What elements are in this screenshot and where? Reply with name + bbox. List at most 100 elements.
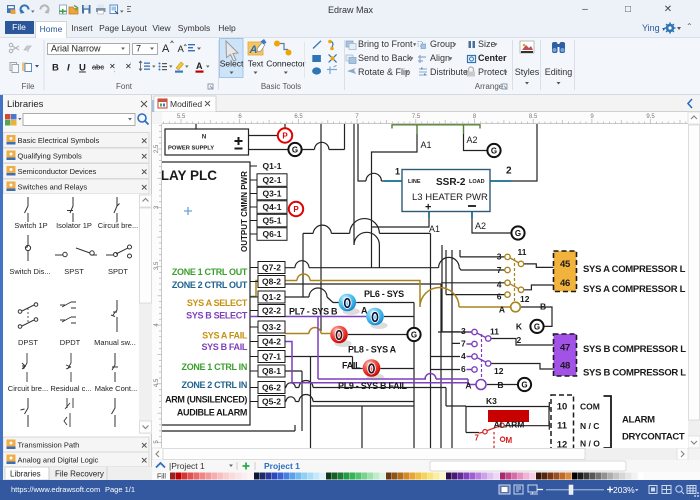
svg-text:OUTPUT CMMN PWR: OUTPUT CMMN PWR [240,171,249,252]
svg-text:SSR-2: SSR-2 [436,177,466,188]
svg-text:9.5: 9.5 [646,114,655,120]
svg-text:3: 3 [461,326,466,336]
svg-text:12: 12 [520,294,530,304]
svg-text:A2: A2 [467,135,478,145]
svg-text:Q8-2: Q8-2 [262,277,281,287]
svg-text:▾: ▾ [449,56,453,63]
svg-text:': ' [130,63,131,69]
svg-text:▾: ▾ [410,56,414,63]
svg-text:7: 7 [136,44,141,54]
svg-text:Libraries: Libraries [7,99,44,110]
svg-text:I: I [67,63,70,74]
svg-text:POWER SUPPLY: POWER SUPPLY [168,146,214,152]
svg-text:DRYCONTACT: DRYCONTACT [622,432,685,443]
svg-text:11: 11 [557,421,568,432]
svg-text:G: G [491,147,497,156]
svg-text:SYS B FAIL: SYS B FAIL [201,342,247,352]
svg-text:7: 7 [461,339,466,349]
svg-text:Semiconductor Devices: Semiconductor Devices [18,167,97,176]
svg-text:Arial Narrow: Arial Narrow [51,44,101,54]
svg-text:Q2-2: Q2-2 [262,306,281,316]
svg-text:File Recovery: File Recovery [55,470,104,479]
svg-text:G: G [292,146,298,155]
svg-text:LINE: LINE [408,179,421,185]
svg-text:SYS A COMPRESSOR L: SYS A COMPRESSOR L [583,284,686,295]
svg-text:Q3-1: Q3-1 [263,189,282,199]
svg-text:2: 2 [506,166,512,177]
svg-text:ALARM: ALARM [494,420,525,430]
svg-text:6.5: 6.5 [294,114,303,120]
svg-text:Manual sw...: Manual sw... [94,338,136,347]
svg-text:Size: Size [478,39,496,49]
svg-text:PL6 - SYS: PL6 - SYS [364,289,404,299]
svg-text:▾: ▾ [453,42,457,49]
svg-text:Distribute: Distribute [430,67,468,77]
svg-text:4: 4 [497,280,502,290]
svg-text:1: 1 [395,167,400,177]
svg-text:File: File [22,82,35,91]
svg-text:SYS B COMPRESSOR L: SYS B COMPRESSOR L [583,344,686,355]
svg-text:K3: K3 [486,396,497,406]
svg-text:Q1-1: Q1-1 [263,161,282,171]
svg-text:A: A [465,381,471,391]
svg-text:Project 1: Project 1 [264,461,300,471]
svg-text:Q6-2: Q6-2 [262,383,281,393]
svg-text:U: U [79,63,86,74]
svg-text:▾: ▾ [504,70,508,77]
svg-text:12: 12 [557,440,568,449]
svg-text:Q2-1: Q2-1 [263,175,282,185]
svg-text:SYS B COMPRESSOR L: SYS B COMPRESSOR L [583,368,686,379]
svg-text:12: 12 [494,366,504,376]
svg-text:Switch 1P: Switch 1P [14,221,47,230]
svg-text:3.5: 3.5 [154,261,160,270]
svg-text:G: G [521,381,527,390]
svg-text:4.5: 4.5 [154,378,160,387]
svg-text:Q7-2: Q7-2 [262,263,281,273]
svg-text:A: A [196,61,203,71]
svg-text:ZONE 1 CTRL IN: ZONE 1 CTRL IN [182,362,247,372]
svg-text:Q7-1: Q7-1 [262,352,281,362]
svg-text:7: 7 [497,265,502,275]
svg-text:Styles: Styles [515,67,540,77]
svg-text:2.5: 2.5 [154,144,160,153]
svg-text:▾: ▾ [413,42,417,49]
svg-text:Font: Font [116,82,133,91]
svg-text:K: K [516,322,523,332]
svg-text:AUDIBLE ALARM: AUDIBLE ALARM [177,408,247,418]
svg-text:|Project 1: |Project 1 [169,461,205,471]
svg-text:7.5: 7.5 [412,114,421,120]
svg-text:SYS A FAIL: SYS A FAIL [202,331,248,341]
svg-text:Qualifying Symbols: Qualifying Symbols [18,152,82,161]
svg-text:11: 11 [518,247,527,257]
svg-text:Select: Select [220,59,244,69]
svg-text:Q1-2: Q1-2 [262,292,281,302]
svg-text:47: 47 [560,343,570,354]
svg-text:Group: Group [430,39,455,49]
svg-text:ALARM: ALARM [622,415,655,426]
svg-text:A: A [249,44,258,56]
svg-text:Make Cont...: Make Cont... [95,384,138,393]
svg-text:A: A [499,305,505,315]
svg-text:PL7 - SYS B: PL7 - SYS B [289,307,338,317]
svg-text:L3 HEATER PWR: L3 HEATER PWR [412,192,488,203]
svg-text:6: 6 [461,364,466,374]
svg-text:Circuit bre...: Circuit bre... [8,384,48,393]
svg-text:FAIL: FAIL [342,361,361,371]
svg-text:Isolator 1P: Isolator 1P [56,221,92,230]
svg-text:A: A [361,306,368,316]
svg-text:ARM (UNSILENCED): ARM (UNSILENCED) [165,395,247,405]
svg-text:ZONE 2 CTRL OUT: ZONE 2 CTRL OUT [172,280,248,290]
svg-text:Q8-1: Q8-1 [262,366,281,376]
svg-text:Switch Dis...: Switch Dis... [9,267,50,276]
svg-text:abc: abc [92,63,104,72]
svg-text:Center: Center [478,53,507,63]
svg-text:Q3-2: Q3-2 [262,322,281,332]
svg-text:Residual c...: Residual c... [50,384,91,393]
svg-text:Text: Text [248,59,264,69]
svg-text:Connector: Connector [266,59,305,69]
svg-text:ZONE 2 CTRL IN: ZONE 2 CTRL IN [182,380,247,390]
svg-text:PL8 - SYS A: PL8 - SYS A [348,345,397,355]
svg-text:Align: Align [430,53,450,63]
svg-text:Q5-2: Q5-2 [262,397,281,407]
svg-text:+: + [425,202,431,214]
